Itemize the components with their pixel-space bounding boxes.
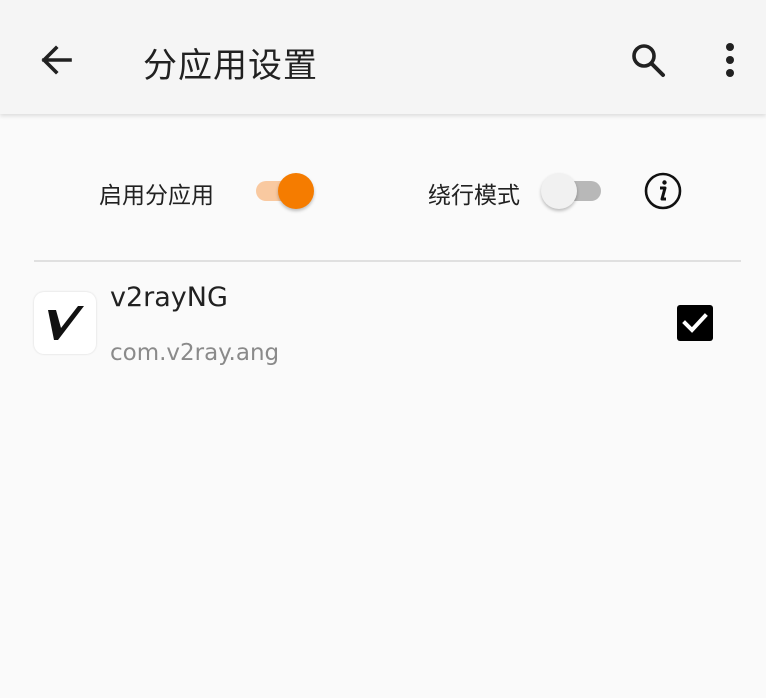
switch-thumb (541, 173, 577, 209)
search-icon[interactable] (628, 40, 668, 80)
app-checkbox[interactable] (677, 305, 713, 341)
bypass-mode-switch[interactable] (541, 169, 605, 213)
enable-split-app-label: 启用分应用 (99, 183, 214, 209)
bypass-mode-label: 绕行模式 (428, 183, 520, 209)
app-name: v2rayNG (110, 282, 228, 313)
split-app-controls: 启用分应用 绕行模式 (0, 114, 766, 261)
back-arrow-icon[interactable] (36, 40, 76, 80)
page-title: 分应用设置 (143, 46, 318, 86)
check-icon (682, 313, 708, 333)
more-vert-icon[interactable] (712, 40, 748, 80)
app-package-name: com.v2ray.ang (110, 340, 280, 366)
app-bar: 分应用设置 (0, 0, 766, 114)
v2rayng-app-icon (34, 292, 96, 354)
enable-split-app-switch[interactable] (252, 169, 316, 213)
app-list-item[interactable]: v2rayNG com.v2ray.ang (0, 262, 766, 382)
info-icon[interactable] (643, 171, 683, 211)
switch-thumb (278, 173, 314, 209)
